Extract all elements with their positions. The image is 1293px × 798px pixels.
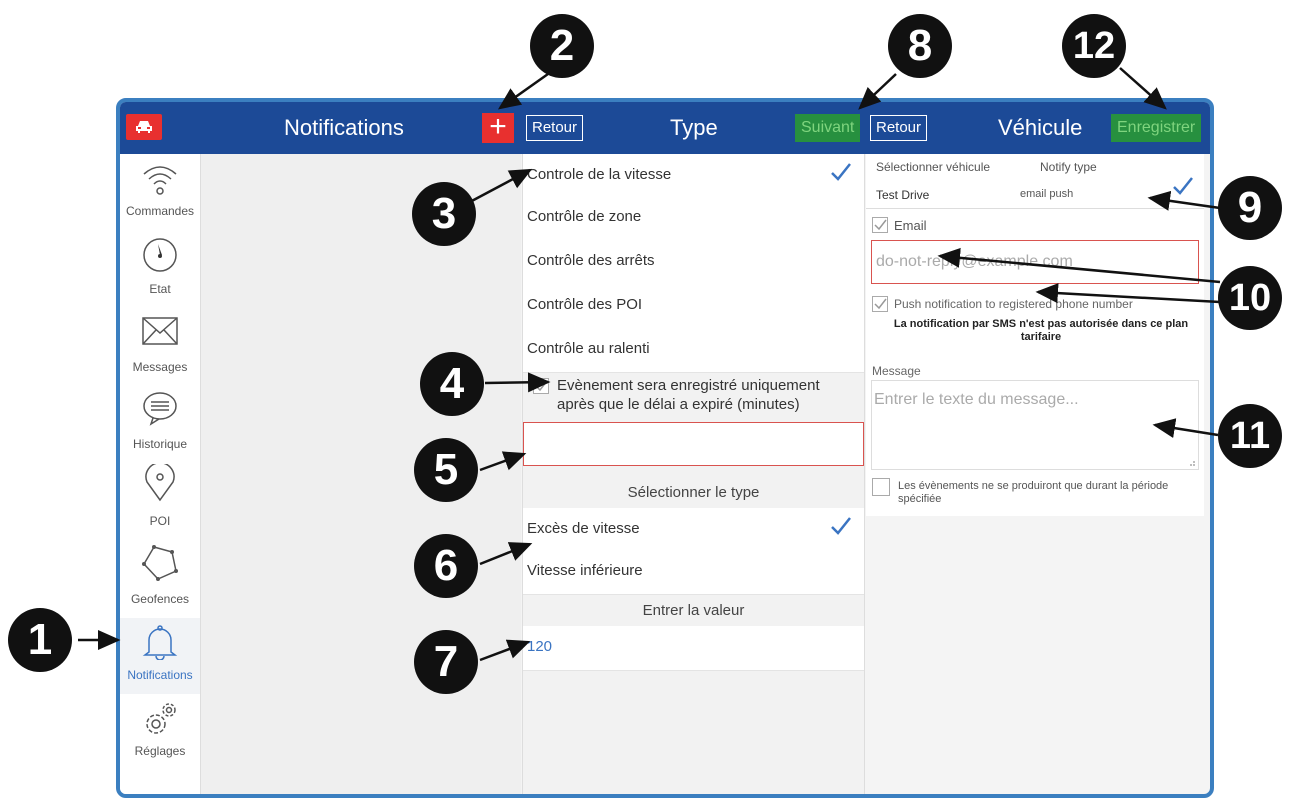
callout-arrows	[78, 67, 1221, 662]
callout-badge-1: 1	[8, 608, 72, 672]
callout-badge-6: 6	[414, 534, 478, 598]
callout-arrow-2	[497, 72, 549, 110]
callout-arrow-9	[1147, 190, 1221, 211]
callout-arrow-11	[1152, 418, 1219, 439]
callout-arrow-7	[479, 639, 531, 662]
callout-badge-12: 12	[1062, 14, 1126, 78]
callout-arrow-8	[858, 73, 897, 110]
callout-arrow-10a	[937, 247, 1221, 284]
callout-badge-2: 2	[530, 14, 594, 78]
callout-arrow-6	[479, 542, 533, 566]
callout-badge-5: 5	[414, 438, 478, 502]
callout-badge-9: 9	[1218, 176, 1282, 240]
callout-badge-8: 8	[888, 14, 952, 78]
callout-arrow-4	[484, 372, 551, 393]
callout-badge-11: 11	[1218, 404, 1282, 468]
callout-badge-3: 3	[412, 182, 476, 246]
callout-arrow-12	[1119, 67, 1167, 110]
callout-badge-10: 10	[1218, 266, 1282, 330]
callout-arrow-3	[467, 168, 533, 205]
callout-arrow-10b	[1035, 283, 1221, 304]
callout-badge-4: 4	[420, 352, 484, 416]
callout-badge-7: 7	[414, 630, 478, 694]
callout-arrow-5	[479, 451, 527, 472]
